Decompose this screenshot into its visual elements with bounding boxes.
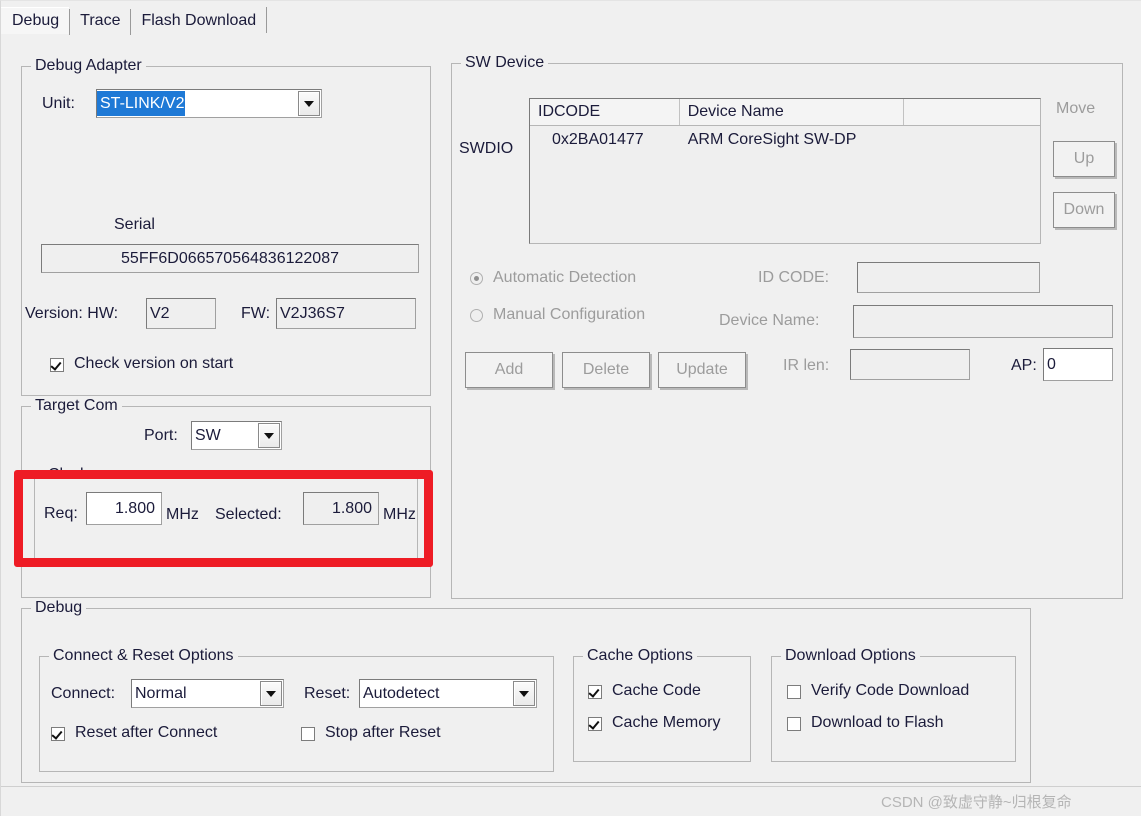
stop-after-reset-checkbox[interactable] <box>301 727 315 741</box>
verify-code-download-label[interactable]: Verify Code Download <box>811 682 969 700</box>
stop-after-reset-label[interactable]: Stop after Reset <box>325 724 441 742</box>
manual-configuration-label[interactable]: Manual Configuration <box>493 306 645 324</box>
connect-reset-options-group: Connect & Reset Options <box>39 647 554 772</box>
id-code-field <box>857 262 1040 293</box>
tab-strip: Debug Trace Flash Download <box>1 1 1141 37</box>
cell-device-name: ARM CoreSight SW-DP <box>687 131 857 148</box>
table-row[interactable]: 0x2BA01477 ARM CoreSight SW-DP <box>530 126 1040 154</box>
manual-configuration-radio[interactable] <box>470 309 483 322</box>
connect-combo-chevron-down-icon[interactable] <box>260 681 282 706</box>
sw-device-table[interactable]: IDCODE Device Name 0x2BA01477 ARM CoreSi… <box>529 98 1041 244</box>
unit-combo-value: ST-LINK/V2 <box>97 91 186 116</box>
connect-label: Connect: <box>51 685 116 702</box>
sw-device-group-label: SW Device <box>461 54 549 72</box>
download-options-group: Download Options <box>771 647 1016 762</box>
selected-label: Selected: <box>215 506 282 523</box>
target-com-group-label: Target Com <box>31 397 122 415</box>
reset-combo-chevron-down-icon[interactable] <box>513 681 535 706</box>
check-version-on-start-label[interactable]: Check version on start <box>74 355 233 373</box>
cache-memory-checkbox[interactable] <box>588 717 602 731</box>
ap-label: AP: <box>1011 357 1037 374</box>
tab-trace[interactable]: Trace <box>69 7 131 35</box>
tab-end-divider <box>266 7 268 33</box>
cache-memory-label[interactable]: Cache Memory <box>612 714 720 732</box>
unit-combo[interactable]: ST-LINK/V2 <box>96 89 322 118</box>
column-header-device-name[interactable]: Device Name <box>679 99 905 125</box>
unit-label: Unit: <box>42 95 75 112</box>
selected-unit-label: MHz <box>383 506 416 523</box>
ir-len-field <box>850 349 970 380</box>
swdio-label: SWDIO <box>459 140 514 157</box>
automatic-detection-label[interactable]: Automatic Detection <box>493 269 636 287</box>
debug-adapter-group-label: Debug Adapter <box>31 57 146 75</box>
device-name-label: Device Name: <box>719 312 820 329</box>
cache-options-group-label: Cache Options <box>583 647 697 665</box>
automatic-detection-radio[interactable] <box>470 272 483 285</box>
check-version-on-start-checkbox[interactable] <box>50 358 64 372</box>
tab-debug[interactable]: Debug <box>1 7 70 37</box>
column-header-idcode[interactable]: IDCODE <box>530 99 680 125</box>
update-button[interactable]: Update <box>658 352 746 388</box>
serial-label: Serial <box>114 216 155 233</box>
ir-len-label: IR len: <box>783 357 830 374</box>
serial-value-field: 55FF6D066570564836122087 <box>41 244 419 273</box>
reset-label: Reset: <box>304 685 351 702</box>
reset-combo-value: Autodetect <box>363 684 440 702</box>
port-combo-chevron-down-icon[interactable] <box>258 423 280 448</box>
download-options-group-label: Download Options <box>781 647 920 665</box>
connect-combo-value: Normal <box>135 684 187 702</box>
add-button[interactable]: Add <box>465 352 553 388</box>
fw-label: FW: <box>241 305 271 322</box>
debug-group-label: Debug <box>31 599 87 617</box>
cache-code-checkbox[interactable] <box>588 685 602 699</box>
watermark-text: CSDN @致虚守静~归根复命 <box>881 794 1072 811</box>
reset-after-connect-label[interactable]: Reset after Connect <box>75 724 217 742</box>
fw-version-field: V2J36S7 <box>276 298 416 329</box>
port-combo[interactable]: SW <box>191 421 282 450</box>
download-to-flash-checkbox[interactable] <box>787 717 801 731</box>
sw-device-table-header: IDCODE Device Name <box>530 99 1040 126</box>
tab-flash-download[interactable]: Flash Download <box>130 7 267 35</box>
cache-code-label[interactable]: Cache Code <box>612 682 701 700</box>
clock-group-label: Clock: <box>44 466 97 484</box>
reset-combo[interactable]: Autodetect <box>359 679 537 708</box>
version-hw-label: Version: HW: <box>25 305 119 322</box>
id-code-label: ID CODE: <box>758 269 830 286</box>
port-combo-value: SW <box>195 426 221 444</box>
connect-reset-options-group-label: Connect & Reset Options <box>49 647 238 665</box>
dialog-root: Debug Trace Flash Download Debug Adapter… <box>0 0 1141 816</box>
move-down-button[interactable]: Down <box>1053 192 1115 228</box>
unit-combo-spacer <box>185 90 297 117</box>
connect-combo[interactable]: Normal <box>131 679 284 708</box>
selected-clock-field: 1.800 <box>303 492 379 525</box>
req-clock-input[interactable]: 1.800 <box>86 492 162 525</box>
reset-after-connect-checkbox[interactable] <box>51 727 65 741</box>
device-name-field <box>853 305 1113 338</box>
move-up-button[interactable]: Up <box>1053 141 1115 177</box>
hw-version-field: V2 <box>146 298 216 329</box>
download-to-flash-label[interactable]: Download to Flash <box>811 714 944 732</box>
verify-code-download-checkbox[interactable] <box>787 685 801 699</box>
move-label: Move <box>1056 100 1096 117</box>
req-unit-label: MHz <box>166 506 199 523</box>
delete-button[interactable]: Delete <box>562 352 650 388</box>
port-label: Port: <box>144 427 178 444</box>
column-header-extra[interactable] <box>904 99 1040 125</box>
req-label: Req: <box>44 505 78 522</box>
ap-input[interactable]: 0 <box>1043 348 1113 381</box>
cache-options-group: Cache Options <box>573 647 751 762</box>
unit-combo-chevron-down-icon[interactable] <box>298 91 320 116</box>
cell-idcode: 0x2BA01477 <box>552 131 644 148</box>
